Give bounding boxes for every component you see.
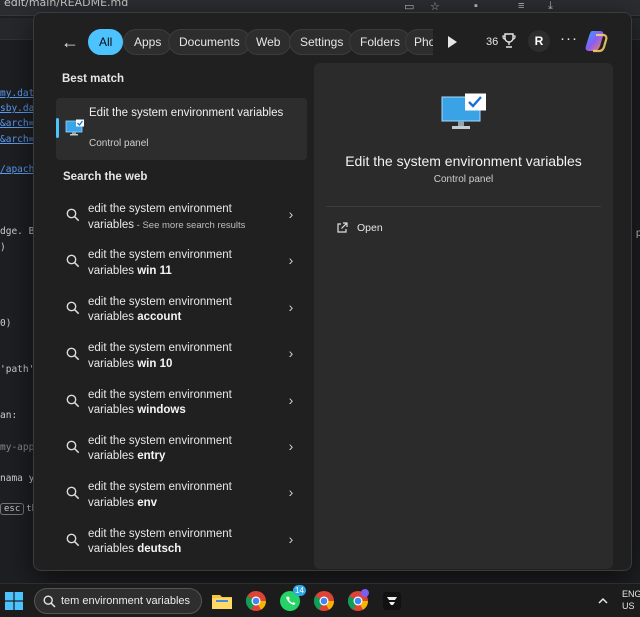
web-suggestion-item[interactable]: edit the system environment variables - S…	[56, 193, 307, 239]
best-match-title: Edit the system environment variables	[89, 107, 284, 119]
search-icon	[66, 254, 80, 268]
search-filter-bar: ← All Apps Documents Web Settings Folder…	[34, 27, 631, 57]
app-icon[interactable]	[380, 589, 404, 613]
web-suggestion-list: edit the system environment variables - S…	[56, 193, 307, 564]
filter-chip-all[interactable]: All	[88, 29, 124, 55]
copilot-icon[interactable]	[584, 28, 610, 54]
system-properties-icon	[65, 119, 84, 136]
language-indicator[interactable]: ENG US	[622, 588, 640, 612]
start-search-panel: ← All Apps Documents Web Settings Folder…	[33, 12, 632, 571]
chevron-right-icon[interactable]: ›	[284, 530, 298, 548]
rewards-points: 36	[486, 36, 499, 48]
chevron-up-icon[interactable]	[596, 594, 610, 608]
chevron-right-icon[interactable]: ›	[284, 205, 298, 223]
search-icon	[66, 208, 80, 222]
system-properties-large-icon	[441, 93, 486, 129]
search-icon	[66, 533, 80, 546]
web-suggestion-item[interactable]: edit the system environment variables win…	[56, 239, 307, 285]
best-match-heading: Best match	[62, 73, 124, 85]
preview-subtitle: Control panel	[433, 174, 494, 185]
open-label: Open	[357, 222, 383, 234]
taskbar-search-box[interactable]	[34, 588, 202, 614]
trophy-icon[interactable]	[502, 33, 516, 49]
filter-chip-apps[interactable]: Apps	[123, 29, 173, 55]
web-suggestion-item[interactable]: edit the system environment variables win…	[56, 379, 307, 425]
web-suggestion-text: edit the system environment variables win…	[88, 342, 232, 370]
web-suggestion-text: edit the system environment variables win…	[88, 249, 232, 277]
url-fragment: edit/main/README.md	[4, 0, 129, 9]
chrome-profile-icon[interactable]	[346, 589, 370, 613]
search-web-heading: Search the web	[63, 171, 148, 183]
user-avatar[interactable]: R	[528, 30, 550, 52]
chevron-right-icon[interactable]: ›	[284, 251, 298, 269]
search-icon	[66, 394, 80, 407]
code-line: 0)	[0, 318, 12, 329]
best-match-subtitle: Control panel	[89, 138, 149, 149]
web-suggestion-item[interactable]: edit the system environment variables acc…	[56, 286, 307, 332]
whatsapp-unread-badge: 14	[293, 585, 306, 596]
chrome-icon[interactable]	[244, 589, 268, 613]
menu-icon[interactable]: ≡	[518, 0, 524, 12]
web-suggestion-text: edit the system environment variables deu…	[88, 527, 232, 556]
preview-title: Edit the system environment variables	[345, 153, 582, 169]
windows-start-icon[interactable]	[5, 592, 23, 610]
back-arrow-icon[interactable]: ←	[58, 31, 82, 53]
filter-chip-photos[interactable]: Photos	[405, 29, 433, 55]
web-suggestion-text: edit the system environment variables win…	[88, 388, 232, 417]
filter-chip-settings[interactable]: Settings	[289, 29, 355, 55]
chevron-right-icon[interactable]: ›	[284, 483, 298, 501]
web-suggestion-text: edit the system environment variables ent…	[88, 434, 232, 463]
chevron-right-icon[interactable]: ›	[284, 437, 298, 455]
chevron-right-icon[interactable]: ›	[284, 391, 298, 409]
best-match-result[interactable]: Edit the system environment variables Co…	[56, 98, 307, 160]
filter-chip-web[interactable]: Web	[245, 29, 292, 55]
search-icon	[66, 486, 80, 500]
open-external-icon	[337, 222, 348, 233]
taskbar: 14 ENG US	[0, 583, 640, 617]
search-icon	[43, 595, 56, 608]
web-suggestion-text: edit the system environment variables acc…	[88, 295, 232, 324]
web-suggestion-text: edit the system environment variables - S…	[88, 203, 246, 231]
taskbar-search-input[interactable]	[61, 593, 199, 609]
chevron-right-icon[interactable]: ›	[284, 298, 298, 316]
result-preview-pane: Edit the system environment variables Co…	[314, 63, 613, 569]
chevron-right-icon[interactable]: ›	[284, 344, 298, 362]
web-suggestion-text: edit the system environment variables env	[88, 481, 232, 509]
more-options-icon[interactable]: ···	[558, 30, 580, 52]
more-filters-play-icon[interactable]	[444, 33, 460, 51]
code-line: nama y	[0, 473, 35, 484]
chrome-icon-2[interactable]	[312, 589, 336, 613]
web-suggestion-item[interactable]: edit the system environment variables ent…	[56, 425, 307, 471]
web-suggestion-item[interactable]: edit the system environment variables win…	[56, 332, 307, 378]
search-icon	[66, 440, 80, 454]
code-line: )	[0, 242, 6, 253]
file-explorer-icon[interactable]	[210, 589, 234, 613]
code-line: 'path'	[0, 364, 35, 375]
search-icon	[66, 301, 80, 315]
code-line: an:	[0, 410, 18, 421]
extension-icon[interactable]: ▪	[474, 0, 478, 12]
right-edge-text: p	[636, 228, 640, 239]
preview-divider	[326, 206, 601, 207]
web-suggestion-item[interactable]: edit the system environment variables env…	[56, 471, 307, 517]
code-line: my-app	[0, 442, 35, 453]
filter-chip-folders[interactable]: Folders	[349, 29, 412, 55]
web-suggestion-item[interactable]: edit the system environment variables deu…	[56, 518, 307, 564]
whatsapp-app[interactable]: 14	[278, 585, 306, 613]
filter-chip-documents[interactable]: Documents	[168, 29, 251, 55]
open-action[interactable]: Open	[326, 217, 601, 241]
search-icon	[66, 347, 80, 361]
